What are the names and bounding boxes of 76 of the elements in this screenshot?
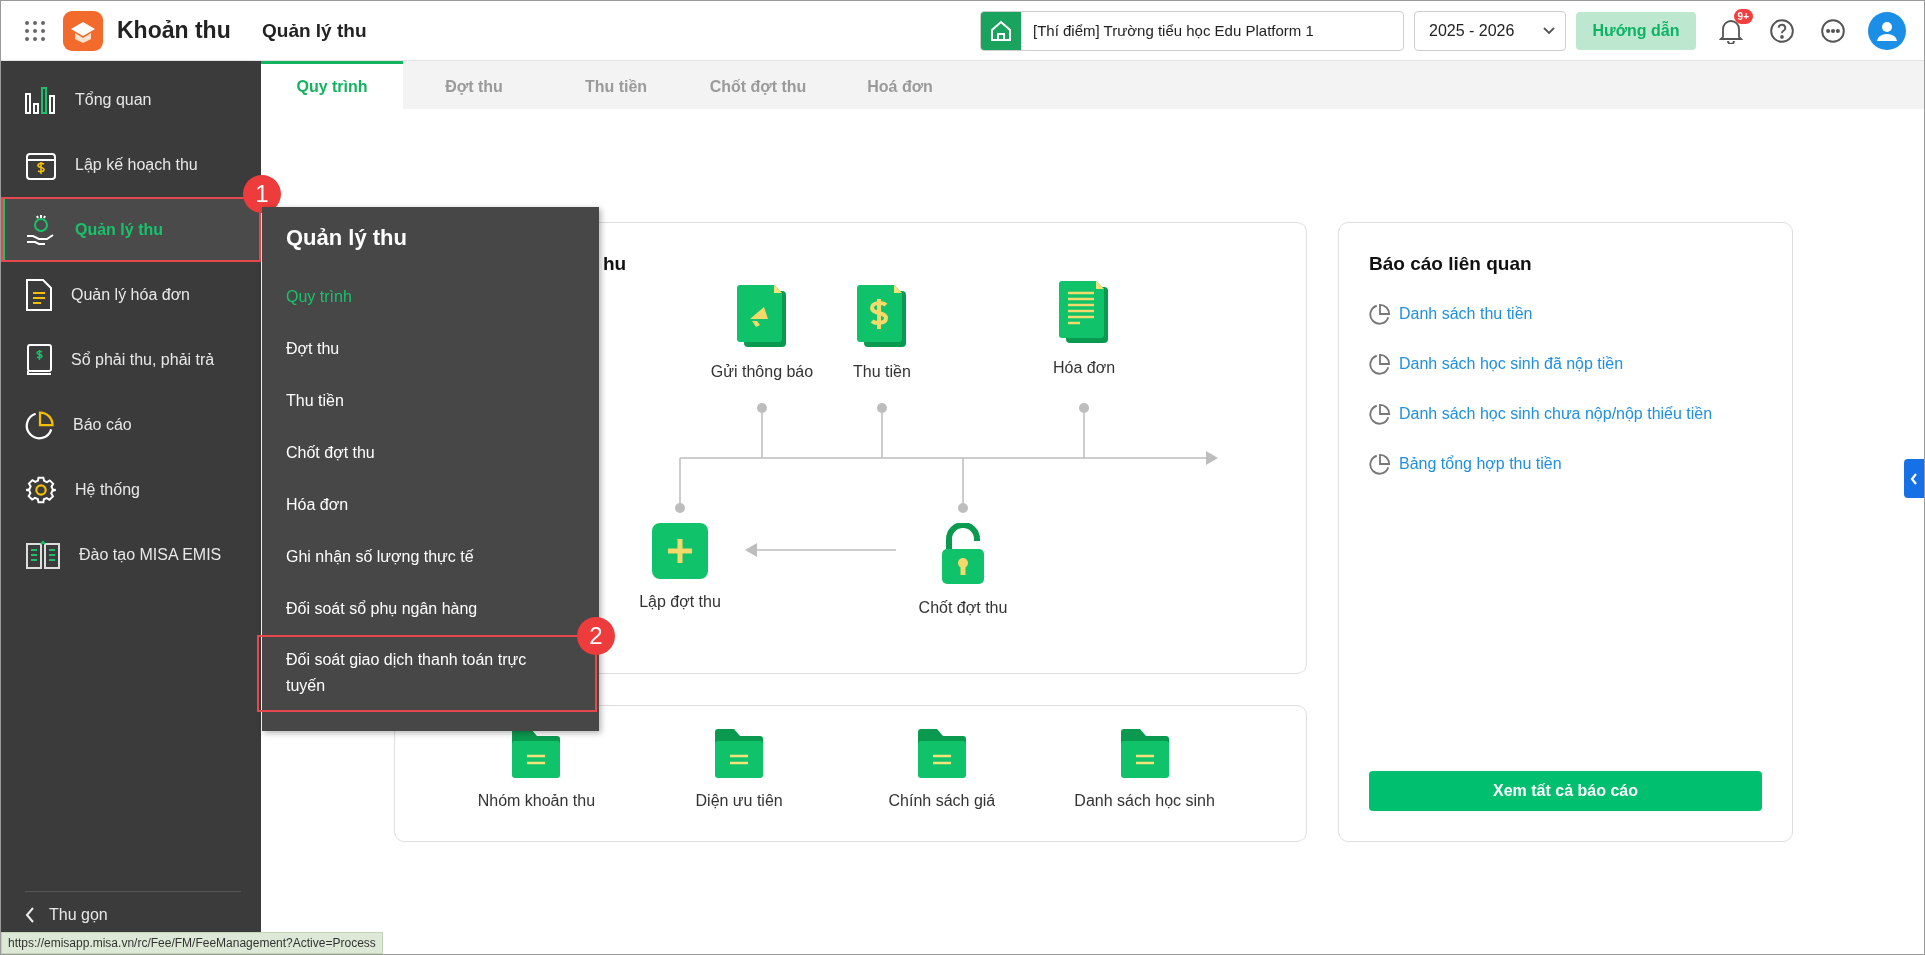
pie-chart-icon <box>1369 453 1391 475</box>
app-logo-icon <box>63 10 103 51</box>
dollar-document-icon <box>856 283 908 349</box>
connector-line <box>958 457 968 513</box>
year-select[interactable]: 2025 - 2026 <box>1414 10 1566 51</box>
submenu-item[interactable]: Đợt thu <box>286 327 599 371</box>
sidebar-item[interactable]: Sổ phải thu, phải trả <box>1 327 261 392</box>
sidebar-item-label: Sổ phải thu, phải trả <box>71 350 215 369</box>
submenu-title: Quản lý thu <box>286 225 408 251</box>
sidebar-item-label: Hệ thống <box>75 480 140 499</box>
submenu-item[interactable]: Chốt đợt thu <box>286 431 599 475</box>
report-link[interactable]: Danh sách học sinh đã nộp tiền <box>1369 339 1762 389</box>
callout-badge: 2 <box>577 617 615 655</box>
connector-line <box>675 457 685 513</box>
sidebar-item-label: Quản lý hóa đơn <box>71 285 190 304</box>
step-label[interactable]: Lập đợt thu <box>639 593 721 611</box>
padlock-icon <box>941 523 985 585</box>
plus-icon <box>652 523 708 579</box>
submenu-item[interactable]: Ghi nhận số lượng thực tế <box>286 535 599 579</box>
page-title: Quản lý thu <box>262 19 367 42</box>
step-label[interactable]: Gửi thông báo <box>710 363 814 381</box>
card-title: hu <box>603 253 627 275</box>
sidebar-item[interactable]: Hệ thống <box>1 457 261 522</box>
more-icon[interactable] <box>1820 17 1846 44</box>
house-icon <box>989 18 1013 43</box>
sidebar-item[interactable]: Quản lý hóa đơn <box>1 262 261 327</box>
school-selector[interactable]: [Thí điểm] Trường tiểu học Edu Platform 1 <box>980 10 1404 51</box>
open-book-icon <box>25 539 61 570</box>
folder-icon <box>1120 728 1169 778</box>
catalog-label[interactable]: Diện ưu tiên <box>695 792 783 810</box>
folder-icon <box>715 728 764 778</box>
sidebar-item-label: Báo cáo <box>73 415 132 434</box>
pie-chart-icon <box>1369 303 1391 325</box>
sidebar-item[interactable]: Báo cáo <box>1 392 261 457</box>
sidebar-item-label: Đào tạo MISA EMIS <box>79 545 222 564</box>
step-label[interactable]: Thu tiền <box>853 363 911 381</box>
pie-chart-icon <box>1369 403 1391 425</box>
catalog-label[interactable]: Danh sách học sinh <box>1074 792 1215 810</box>
chevron-down-icon <box>1543 26 1555 35</box>
bar-chart-icon <box>25 85 57 114</box>
folder-icon <box>512 728 561 778</box>
folder-icon <box>917 728 966 778</box>
status-url: https://emisapp.misa.vn/rc/Fee/FM/FeeManagement?Active=Process <box>1 932 383 954</box>
app-grid-icon[interactable] <box>25 20 45 41</box>
report-link[interactable]: Danh sách thu tiền <box>1369 289 1762 339</box>
sidebar-item-label: Lập kế hoạch thu <box>75 155 198 174</box>
user-icon <box>1876 19 1898 42</box>
sidebar-item[interactable]: Tổng quan <box>1 67 261 132</box>
chevron-left-icon[interactable] <box>25 907 35 923</box>
submenu-item[interactable]: Quy trình <box>286 275 599 319</box>
catalog-label[interactable]: Nhóm khoản thu <box>477 792 596 810</box>
ledger-book-icon <box>25 343 53 376</box>
connector-line <box>1079 403 1089 459</box>
document-icon <box>25 278 53 311</box>
reports-title: Báo cáo liên quan <box>1369 253 1533 275</box>
step-label[interactable]: Hóa đơn <box>1052 359 1116 377</box>
sidebar-item-label: Tổng quan <box>75 90 152 109</box>
connector-line <box>877 403 887 459</box>
catalog-label[interactable]: Chính sách giá <box>888 792 996 810</box>
connector-line <box>757 403 767 459</box>
pie-chart-icon <box>1369 353 1391 375</box>
user-avatar[interactable] <box>1868 11 1906 50</box>
sidebar-item[interactable]: Đào tạo MISA EMIS <box>1 522 261 587</box>
report-link[interactable]: Danh sách học sinh chưa nộp/nộp thiếu tiền <box>1369 389 1762 439</box>
collapse-label[interactable]: Thu gọn <box>49 906 108 924</box>
step-label[interactable]: Chốt đợt thu <box>918 599 1008 617</box>
submenu-item[interactable]: Thu tiền <box>286 379 599 423</box>
app-title: Khoản thu <box>117 17 232 44</box>
document-icon <box>1058 279 1110 345</box>
chevron-left-icon <box>1910 472 1918 485</box>
sidebar-item-label: Quản lý thu <box>75 220 163 239</box>
pie-chart-icon <box>25 409 55 440</box>
submenu-item[interactable]: Hóa đơn <box>286 483 599 527</box>
notification-badge: 9+ <box>1733 8 1753 24</box>
side-panel-toggle[interactable] <box>1904 459 1924 498</box>
help-icon[interactable] <box>1769 17 1795 44</box>
